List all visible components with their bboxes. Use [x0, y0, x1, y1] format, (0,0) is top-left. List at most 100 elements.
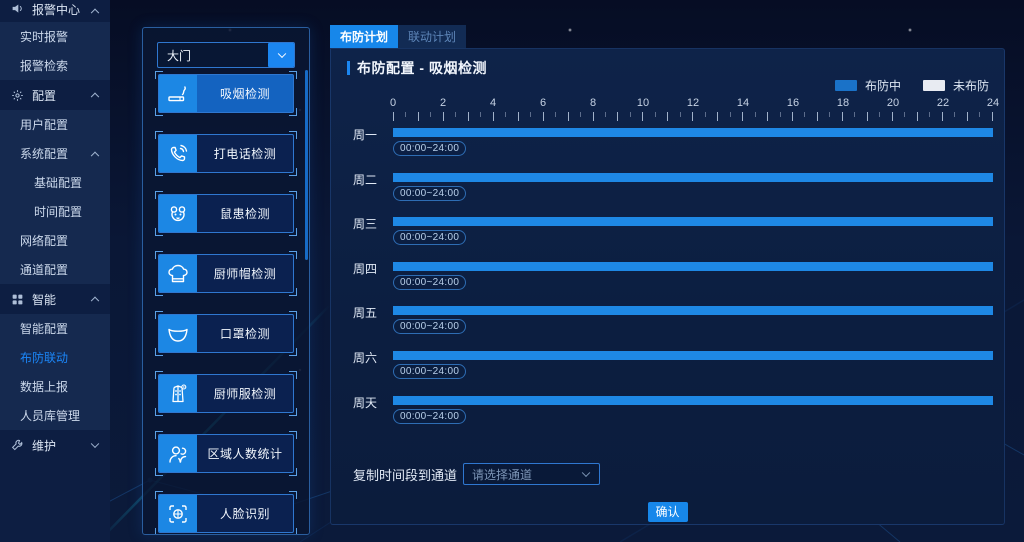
gear-icon: [10, 88, 24, 102]
ruler-tick: [530, 112, 531, 117]
chevron-down-icon[interactable]: [268, 43, 294, 67]
sidebar-item-label: 布防联动: [20, 349, 68, 366]
ruler-tick: [854, 112, 855, 117]
detection-item-mask[interactable]: 口罩检测: [155, 311, 297, 356]
main-panel: 布防计划联动计划 布防配置 - 吸烟检测 布防中未布防 024681012141…: [330, 25, 1005, 525]
sidebar-item-label: 系统配置: [20, 145, 68, 162]
sidebar-section-alarm-center[interactable]: 报警中心: [0, 0, 110, 22]
chevron-up-icon: [91, 297, 99, 305]
ruler-tick: [443, 112, 444, 121]
mask-icon: [159, 315, 197, 352]
detection-item-inner: 鼠患检测: [158, 194, 294, 233]
detection-item-face-recognition[interactable]: 人脸识别: [155, 491, 297, 535]
sidebar-item-channel-config[interactable]: 通道配置: [0, 255, 110, 284]
sidebar-item-network-config[interactable]: 网络配置: [0, 226, 110, 255]
phone-icon: [159, 135, 197, 172]
detection-item-chef-uniform[interactable]: 厨师服检测: [155, 371, 297, 416]
armed-time-bar[interactable]: [393, 173, 993, 182]
title-accent-bar: [347, 61, 350, 75]
sidebar-submenu-config: 用户配置系统配置基础配置时间配置网络配置通道配置: [0, 110, 110, 284]
armed-time-bar[interactable]: [393, 128, 993, 137]
sidebar-item-intelligence-config[interactable]: 智能配置: [0, 314, 110, 343]
sidebar-section-maintenance[interactable]: 维护: [0, 430, 110, 460]
scrollbar-thumb[interactable]: [305, 70, 308, 260]
legend-label: 未布防: [953, 77, 989, 94]
channel-dropdown[interactable]: 大门: [157, 42, 295, 68]
ruler-hour-label: 4: [490, 97, 496, 109]
ruler-tick: [543, 112, 544, 121]
day-label: 周二: [353, 171, 377, 188]
sidebar-item-system-config[interactable]: 系统配置: [0, 139, 110, 168]
time-range-tag: 00:00~24:00: [393, 409, 466, 424]
sidebar-item-data-report[interactable]: 数据上报: [0, 372, 110, 401]
time-range-tag: 00:00~24:00: [393, 230, 466, 245]
sidebar-item-person-library[interactable]: 人员库管理: [0, 401, 110, 430]
sidebar-item-basic-config[interactable]: 基础配置: [0, 168, 110, 197]
armed-time-bar[interactable]: [393, 396, 993, 405]
tab-arming-plan[interactable]: 布防计划: [330, 25, 398, 48]
sidebar-item-label: 报警检索: [20, 57, 68, 74]
detection-item-inner: 人脸识别: [158, 494, 294, 533]
detection-item-people-count[interactable]: 区域人数统计: [155, 431, 297, 476]
ruler-tick: [755, 112, 756, 117]
sidebar-section-intelligence[interactable]: 智能: [0, 284, 110, 314]
day-label: 周一: [353, 126, 377, 143]
detection-item-chef-hat[interactable]: 厨师帽检测: [155, 251, 297, 296]
tab-bar: 布防计划联动计划: [330, 25, 1005, 48]
detection-item-rat[interactable]: 鼠患检测: [155, 191, 297, 236]
panel-title-row: 布防配置 - 吸烟检测: [347, 58, 487, 78]
ruler-tick: [992, 112, 993, 121]
sidebar-item-label: 实时报警: [20, 28, 68, 45]
legend-swatch-armed: [835, 80, 857, 91]
ruler-tick: [767, 112, 768, 121]
copy-to-channel-label: 复制时间段到通道: [353, 465, 457, 484]
ruler-tick: [705, 112, 706, 117]
detection-item-inner: 打电话检测: [158, 134, 294, 173]
detection-item-phone-call[interactable]: 打电话检测: [155, 131, 297, 176]
ruler-tick: [455, 112, 456, 117]
tab-linkage-plan[interactable]: 联动计划: [398, 25, 466, 48]
day-label: 周天: [353, 394, 377, 411]
sidebar-item-alarm-search[interactable]: 报警检索: [0, 51, 110, 80]
ruler-tick: [892, 112, 893, 121]
sidebar-item-label: 基础配置: [34, 174, 82, 191]
ruler-tick: [493, 112, 494, 121]
armed-time-bar[interactable]: [393, 217, 993, 226]
ruler-tick: [642, 112, 643, 121]
ruler-tick: [967, 112, 968, 121]
sidebar-item-arming-linkage[interactable]: 布防联动: [0, 343, 110, 372]
ruler-tick: [842, 112, 843, 121]
ruler-tick: [580, 112, 581, 117]
legend-item-armed: 布防中: [835, 77, 901, 94]
detection-item-label: 厨师服检测: [197, 375, 293, 412]
day-label: 周六: [353, 349, 377, 366]
armed-time-bar[interactable]: [393, 351, 993, 360]
confirm-button[interactable]: 确认: [648, 502, 688, 522]
sidebar-item-user-config[interactable]: 用户配置: [0, 110, 110, 139]
ruler-tick: [480, 112, 481, 117]
time-range-tag: 00:00~24:00: [393, 364, 466, 379]
ruler-hour-label: 6: [540, 97, 546, 109]
copy-to-channel-row: 复制时间段到通道 请选择通道: [353, 463, 600, 485]
sidebar-item-time-config[interactable]: 时间配置: [0, 197, 110, 226]
armed-time-bar[interactable]: [393, 306, 993, 315]
face-scan-icon: [159, 495, 197, 532]
wrench-icon: [10, 438, 24, 452]
sidebar-submenu-alarm-center: 实时报警报警检索: [0, 22, 110, 80]
chef-hat-icon: [159, 255, 197, 292]
sidebar-item-realtime-alarm[interactable]: 实时报警: [0, 22, 110, 51]
time-range-tag: 00:00~24:00: [393, 141, 466, 156]
ruler-ticks: [393, 112, 993, 123]
sidebar-section-label: 报警中心: [32, 1, 80, 18]
sidebar-item-label: 数据上报: [20, 378, 68, 395]
ruler-hour-label: 20: [887, 97, 899, 109]
rat-icon: [159, 195, 197, 232]
armed-time-bar[interactable]: [393, 262, 993, 271]
detection-item-inner: 区域人数统计: [158, 434, 294, 473]
detection-item-smoking[interactable]: 吸烟检测: [155, 71, 297, 116]
sidebar-section-config[interactable]: 配置: [0, 80, 110, 110]
target-channel-select[interactable]: 请选择通道: [463, 463, 600, 485]
channel-dropdown-value: 大门: [158, 47, 268, 64]
chef-uniform-icon: [159, 375, 197, 412]
ruler-tick: [804, 112, 805, 117]
